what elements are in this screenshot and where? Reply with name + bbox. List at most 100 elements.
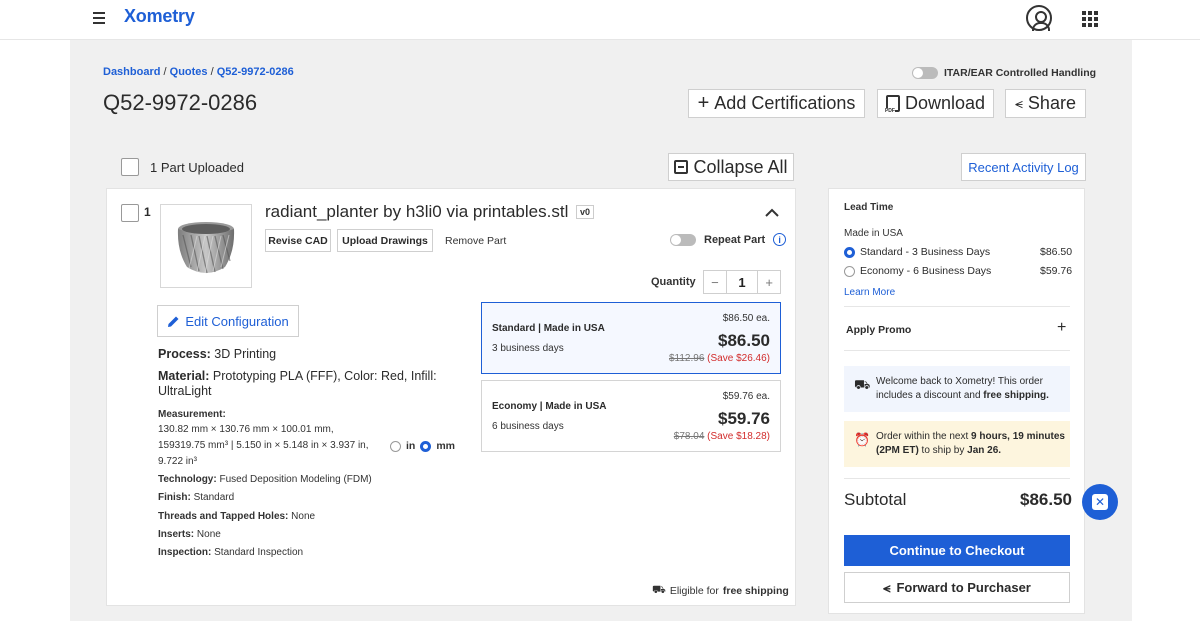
remove-part-link[interactable]: Remove Part: [445, 235, 506, 247]
unit-mm-radio[interactable]: [420, 440, 432, 452]
xometry-logo[interactable]: Xometry: [124, 6, 195, 27]
free-shipping-note: ⛟ Eligible for free shipping: [652, 584, 789, 597]
unit-selector[interactable]: in mm: [390, 440, 455, 452]
add-certifications-label: Add Certifications: [714, 93, 856, 113]
inserts-spec: Inserts: None: [158, 529, 221, 540]
subtotal-value: $86.50: [1020, 490, 1072, 509]
pricing-option-savings: $112.96 (Save $26.46): [668, 353, 770, 364]
process-value: 3D Printing: [214, 347, 277, 361]
pricing-option-economy[interactable]: Economy | Made in USA 6 business days $5…: [481, 380, 781, 452]
forward-to-purchaser-button[interactable]: ⪪ Forward to Purchaser: [844, 572, 1070, 603]
pencil-icon: [168, 316, 179, 327]
divider: [844, 478, 1070, 479]
select-all-checkbox[interactable]: [121, 158, 139, 176]
alarm-clock-icon: ⏰: [854, 432, 871, 447]
breadcrumb-dashboard[interactable]: Dashboard: [103, 66, 160, 78]
quantity-input[interactable]: 1: [725, 271, 759, 293]
upload-drawings-button[interactable]: Upload Drawings: [337, 229, 433, 252]
hamburger-menu-icon[interactable]: [93, 12, 105, 24]
material-label: Material:: [158, 369, 210, 383]
economy-price: $59.76: [1040, 265, 1073, 277]
version-badge: v0: [576, 205, 595, 219]
share-icon: ⪪: [1015, 95, 1023, 111]
standard-radio[interactable]: [844, 246, 855, 258]
welcome-notice: ⛟ Welcome back to Xometry! This order in…: [844, 366, 1070, 412]
pricing-option-price: $59.76: [718, 409, 770, 428]
part-filename[interactable]: radiant_planter by h3li0 via printables.…: [265, 202, 568, 222]
divider: [844, 350, 1070, 351]
repeat-part-toggle[interactable]: Repeat Part i: [670, 233, 787, 246]
unit-mm-label: mm: [436, 440, 456, 452]
planter-model-image: [177, 222, 235, 274]
revise-cad-button[interactable]: Revise CAD: [265, 229, 331, 252]
download-button[interactable]: Download: [877, 89, 994, 118]
info-icon[interactable]: i: [773, 233, 787, 246]
page-title: Q52-9972-0286: [103, 90, 258, 115]
standard-label: Standard - 3 Business Days: [860, 246, 991, 258]
share-button[interactable]: ⪪ Share: [1005, 89, 1086, 118]
quantity-label: Quantity: [651, 276, 696, 288]
pricing-option-savings: $78.04 (Save $18.28): [673, 431, 770, 442]
parts-uploaded-count: 1 Part Uploaded: [150, 160, 244, 175]
collapse-all-label: Collapse All: [693, 156, 788, 177]
recent-activity-log-button[interactable]: Recent Activity Log: [961, 153, 1086, 181]
add-certifications-button[interactable]: + Add Certifications: [688, 89, 865, 118]
threads-spec: Threads and Tapped Holes: None: [158, 511, 316, 522]
unit-in-radio[interactable]: [390, 440, 401, 452]
measurement-mm: 130.82 mm × 130.76 mm × 100.01 mm,: [158, 424, 334, 435]
material-spec: Material: Prototyping PLA (FFF), Color: …: [158, 369, 458, 399]
quantity-stepper[interactable]: − 1 +: [703, 270, 781, 294]
share-icon: ⪪: [883, 579, 891, 595]
top-navigation-bar: Xometry: [0, 0, 1200, 40]
itar-toggle-switch[interactable]: [912, 67, 938, 79]
chevron-up-icon[interactable]: [765, 205, 779, 217]
continue-to-checkout-button[interactable]: Continue to Checkout: [844, 535, 1070, 566]
pricing-option-standard[interactable]: Standard | Made in USA 3 business days $…: [481, 302, 781, 374]
measurement-volume: 9.722 in³: [158, 456, 197, 467]
finish-spec: Finish: Standard: [158, 492, 235, 503]
pricing-option-days: 6 business days: [492, 421, 564, 432]
apply-promo-label[interactable]: Apply Promo: [846, 324, 911, 336]
pdf-icon: [884, 95, 900, 114]
pricing-option-unit-price: $86.50 ea.: [722, 313, 770, 324]
economy-radio[interactable]: [844, 265, 855, 277]
breadcrumb-current[interactable]: Q52-9972-0286: [217, 66, 294, 78]
pricing-option-days: 3 business days: [492, 343, 564, 354]
lead-time-standard-option[interactable]: Standard - 3 Business Days: [844, 246, 990, 258]
itar-label: ITAR/EAR Controlled Handling: [944, 67, 1097, 79]
pricing-option-title: Standard | Made in USA: [492, 323, 605, 334]
itar-toggle[interactable]: ITAR/EAR Controlled Handling: [912, 67, 1096, 79]
collapse-all-button[interactable]: Collapse All: [668, 153, 794, 181]
inspection-spec: Inspection: Standard Inspection: [158, 547, 304, 558]
user-profile-icon[interactable]: [1026, 5, 1052, 31]
part-checkbox[interactable]: [121, 204, 139, 222]
expand-promo-icon[interactable]: +: [1057, 319, 1066, 337]
divider: [844, 306, 1070, 307]
breadcrumb-separator: /: [207, 66, 217, 78]
process-label: Process:: [158, 347, 211, 361]
breadcrumb-quotes[interactable]: Quotes: [170, 66, 208, 78]
lead-time-label: Lead Time: [844, 202, 894, 213]
breadcrumb-separator: /: [160, 66, 170, 78]
repeat-part-switch[interactable]: [670, 233, 696, 246]
standard-price: $86.50: [1040, 246, 1073, 258]
forward-label: Forward to Purchaser: [896, 580, 1031, 595]
apps-grid-icon[interactable]: [1082, 11, 1098, 27]
measurement-label: Measurement:: [158, 409, 226, 420]
chat-widget-button[interactable]: ✕: [1082, 484, 1118, 520]
learn-more-link[interactable]: Learn More: [844, 287, 895, 298]
share-label: Share: [1027, 93, 1076, 113]
ship-deadline-notice: ⏰ Order within the next 9 hours, 19 minu…: [844, 421, 1070, 467]
plus-icon: +: [697, 92, 710, 114]
quantity-decrement-button[interactable]: −: [704, 271, 726, 293]
pricing-option-price: $86.50: [718, 331, 770, 350]
collapse-icon: [674, 160, 689, 174]
quantity-increment-button[interactable]: +: [758, 271, 780, 293]
lead-time-economy-option[interactable]: Economy - 6 Business Days: [844, 265, 991, 277]
made-in-label: Made in USA: [844, 228, 903, 239]
edit-configuration-button[interactable]: Edit Configuration: [157, 305, 299, 337]
repeat-part-label: Repeat Part: [704, 233, 766, 246]
subtotal-label: Subtotal: [844, 490, 907, 509]
part-thumbnail[interactable]: [160, 204, 252, 288]
pricing-option-title: Economy | Made in USA: [492, 401, 607, 412]
